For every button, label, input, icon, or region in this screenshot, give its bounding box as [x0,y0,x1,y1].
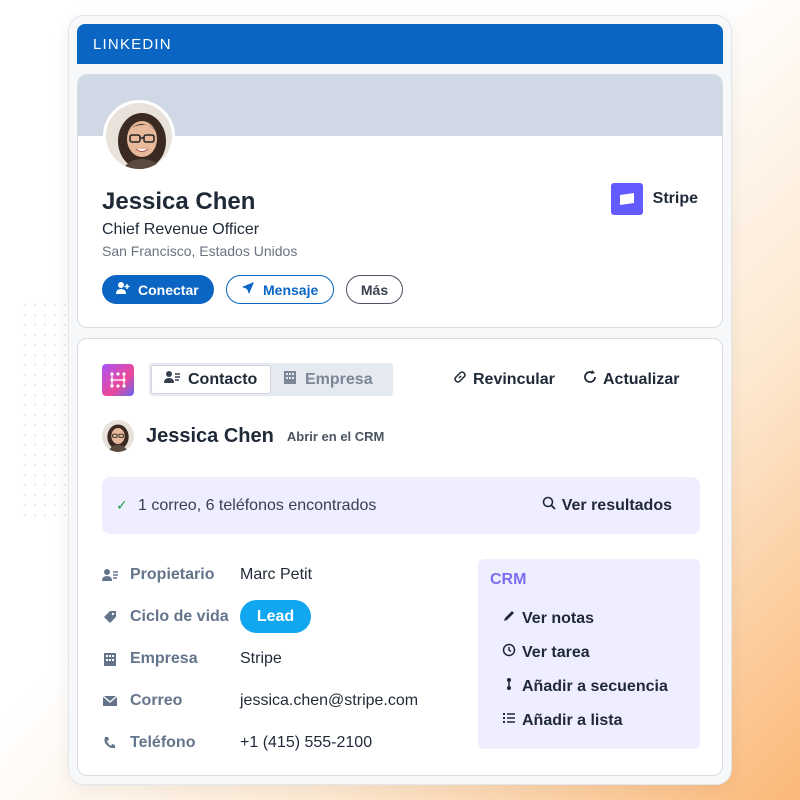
search-icon [542,496,556,515]
field-label: Teléfono [130,734,196,751]
field-value[interactable]: +1 (415) 555-2100 [240,734,372,752]
refresh-button[interactable]: Actualizar [583,370,679,389]
linkedin-header: LINKEDIN [77,24,723,64]
building-icon [283,370,297,389]
field-label: Empresa [130,650,198,667]
stripe-logo-icon [610,183,643,215]
field-label: Propietario [130,566,215,583]
contact-name: Jessica Chen [146,424,274,447]
tag-icon [102,609,118,625]
view-notes-button[interactable]: Ver notas [502,609,594,628]
tab-company[interactable]: Empresa [271,365,385,394]
contact-header: Jessica Chen Abrir en el CRM [102,420,384,452]
clock-icon [502,643,516,662]
open-in-crm-link[interactable]: Abrir en el CRM [287,429,385,444]
tab-company-label: Empresa [305,370,373,388]
more-button[interactable]: Más [346,275,403,304]
relink-label: Revincular [473,370,555,388]
add-to-sequence-button[interactable]: Añadir a secuencia [502,677,668,696]
profile-actions: Conectar Mensaje Más [102,275,403,304]
refresh-icon [583,370,597,389]
profile-card: Jessica Chen Chief Revenue Officer San F… [77,74,723,328]
profile-name: Jessica Chen [102,188,256,215]
view-results-button[interactable]: Ver resultados [542,496,672,515]
field-value[interactable]: jessica.chen@stripe.com [240,692,418,710]
field-lifecycle: Ciclo de vida Lead [102,600,311,633]
owner-icon [102,567,118,583]
crm-card: Contacto Empresa Revincular Actualizar J… [77,338,723,776]
results-summary: 1 correo, 6 teléfonos encontrados [138,497,377,514]
profile-title: Chief Revenue Officer [102,221,260,238]
relink-button[interactable]: Revincular [453,370,555,389]
connect-label: Conectar [138,281,199,298]
field-owner: Propietario Marc Petit [102,561,312,589]
field-value: Stripe [240,650,282,667]
field-email: Correo jessica.chen@stripe.com [102,687,418,715]
crm-actions-panel: CRM Ver notas Ver tarea Añadir a secuenc… [478,559,700,749]
add-person-icon [116,281,130,298]
pencil-icon [502,609,516,628]
sequence-icon [502,677,516,696]
message-button[interactable]: Mensaje [226,275,334,304]
company-name: Stripe [652,190,698,207]
building-icon [102,651,118,667]
field-label: Ciclo de vida [130,608,229,625]
contact-card-icon [164,370,180,389]
profile-location: San Francisco, Estados Unidos [102,243,298,259]
add-to-list-button[interactable]: Añadir a lista [502,711,622,730]
list-icon [502,711,516,730]
field-phone: Teléfono +1 (415) 555-2100 [102,729,372,757]
profile-banner [78,75,722,136]
phone-icon [102,735,118,751]
field-company: Empresa Stripe [102,645,282,673]
view-task-button[interactable]: Ver tarea [502,643,590,662]
field-label: Correo [130,692,183,709]
app-logo-icon [102,364,134,396]
send-icon [241,281,255,298]
contact-avatar [102,420,134,452]
check-icon: ✓ [116,497,128,513]
link-icon [453,370,467,389]
view-task-label: Ver tarea [522,643,590,661]
message-label: Mensaje [263,281,319,298]
header-label: LINKEDIN [93,36,172,53]
view-notes-label: Ver notas [522,609,595,627]
profile-avatar [103,100,175,172]
company-link[interactable]: Stripe [610,183,698,215]
refresh-label: Actualizar [603,370,680,388]
entity-tabs: Contacto Empresa [149,363,393,396]
results-banner: ✓ 1 correo, 6 teléfonos encontrados Ver … [102,477,700,534]
tab-contact-label: Contacto [188,370,258,388]
add-to-sequence-label: Añadir a secuencia [522,677,668,695]
tab-contact[interactable]: Contacto [151,365,271,394]
mail-icon [102,693,118,709]
more-label: Más [360,281,389,298]
crm-panel-title: CRM [490,571,527,588]
connect-button[interactable]: Conectar [102,275,214,304]
add-to-list-label: Añadir a lista [522,711,623,729]
view-results-label: Ver resultados [561,496,672,514]
field-value: Marc Petit [240,566,313,583]
lifecycle-badge[interactable]: Lead [240,600,311,633]
